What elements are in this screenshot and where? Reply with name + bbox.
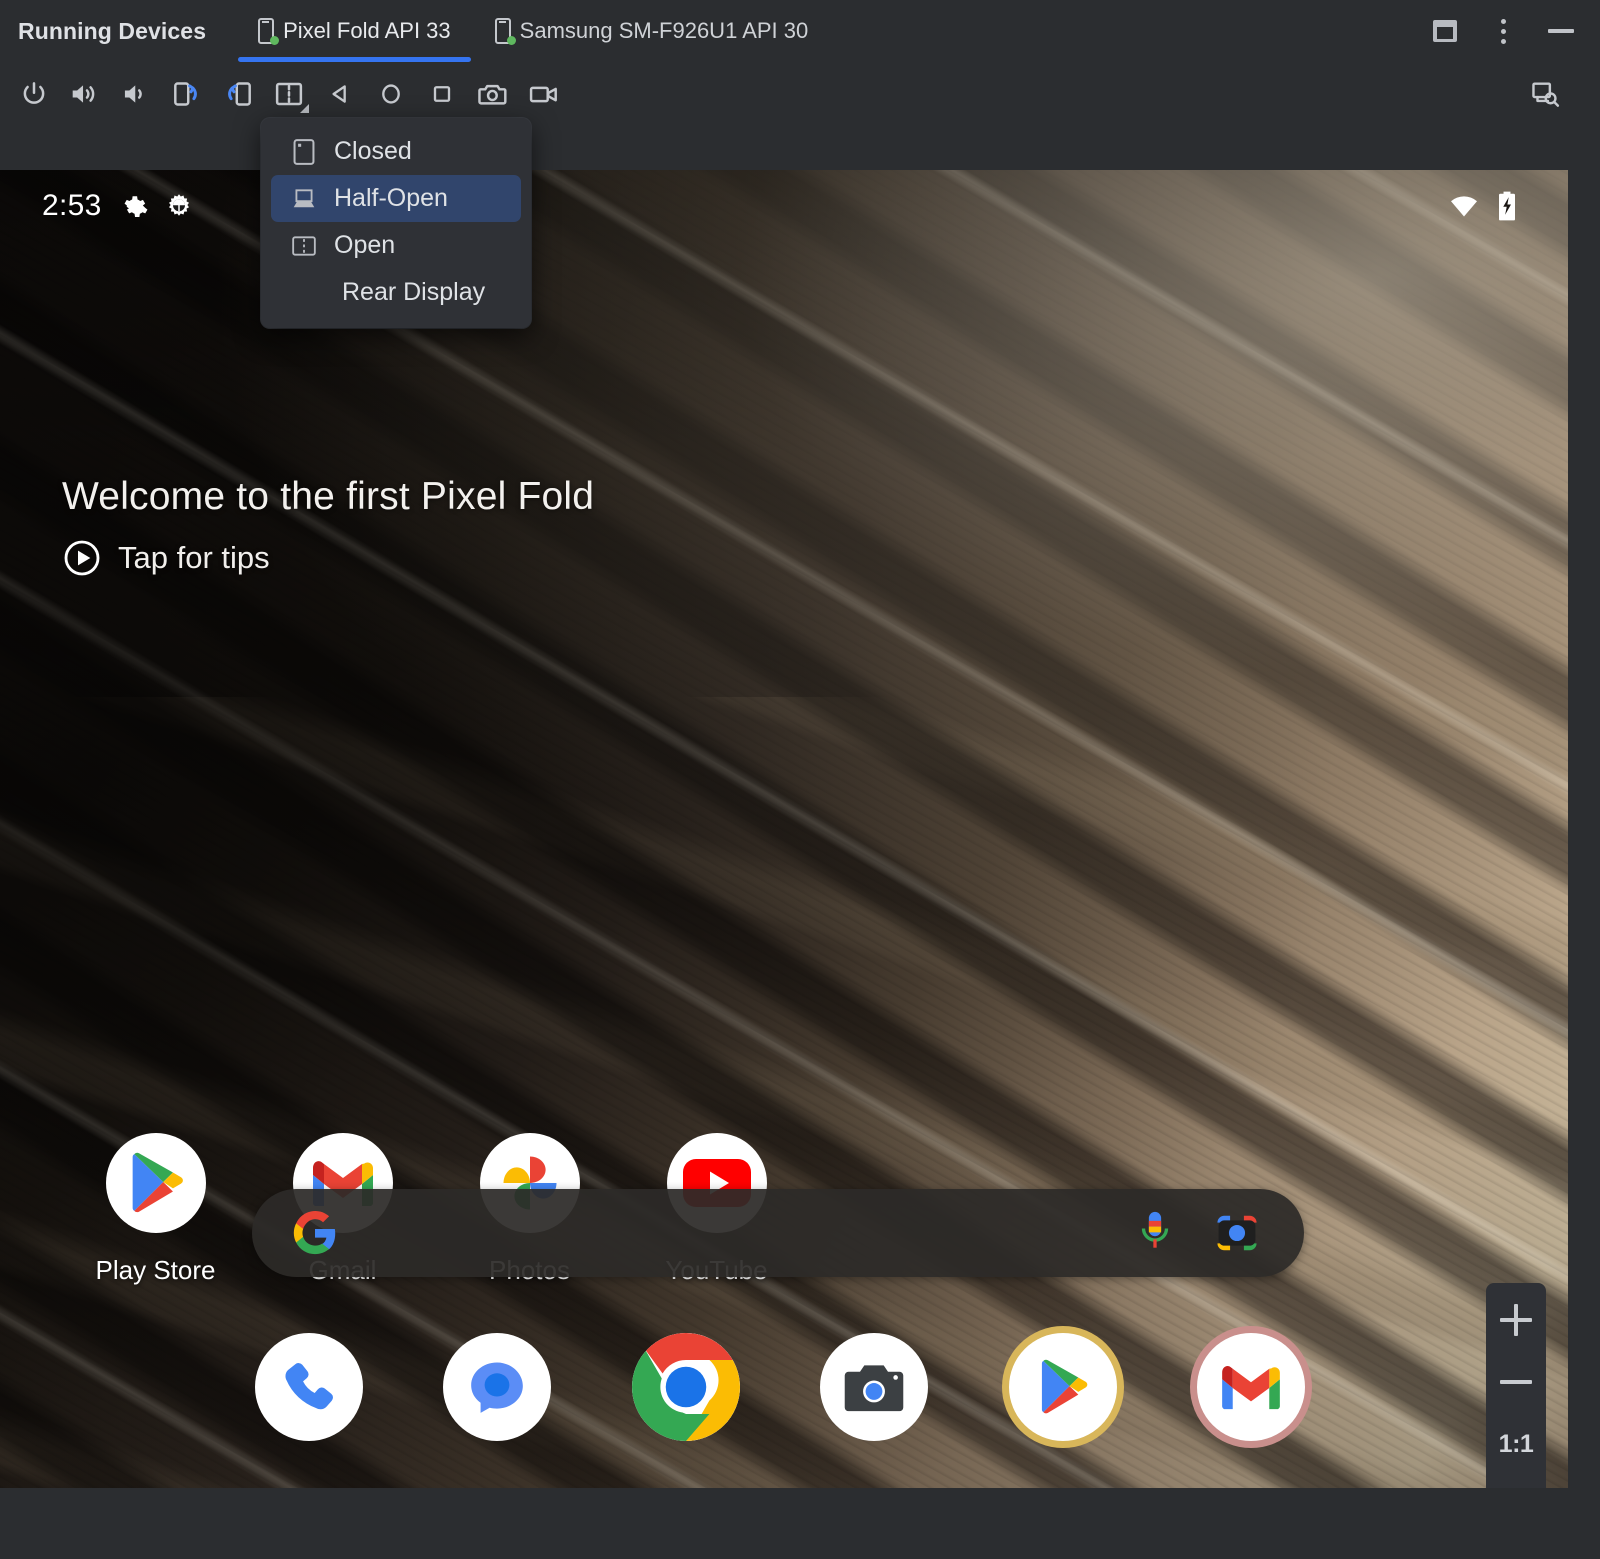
battery-charging-icon xyxy=(1496,190,1518,222)
fold-state-icon xyxy=(274,80,304,108)
rotate-right-icon xyxy=(222,79,254,109)
back-button[interactable] xyxy=(314,71,365,117)
more-options-button[interactable] xyxy=(1488,16,1518,46)
kebab-menu-icon xyxy=(1501,19,1506,44)
menu-item-label: Closed xyxy=(334,137,412,166)
power-icon xyxy=(19,79,49,109)
menu-item-rear-display[interactable]: Rear Display xyxy=(271,269,521,316)
tab-label: Samsung SM-F926U1 API 30 xyxy=(520,18,809,44)
actual-size-label: 1:1 xyxy=(1499,1430,1534,1459)
tap-for-tips[interactable]: Tap for tips xyxy=(62,538,270,578)
tab-bar: Running Devices Pixel Fold API 33 Samsun… xyxy=(0,0,1600,62)
split-panel-icon xyxy=(1433,20,1457,42)
phone-icon[interactable] xyxy=(255,1333,363,1441)
tool-window-title: Running Devices xyxy=(18,18,206,45)
play-store-icon[interactable] xyxy=(1009,1333,1117,1441)
device-screen[interactable]: 2:53 xyxy=(0,170,1568,1488)
video-camera-icon xyxy=(528,80,560,108)
panel-right-filler xyxy=(1568,170,1600,1488)
device-status-bar: 2:53 xyxy=(0,170,1568,242)
minimize-button[interactable] xyxy=(1546,16,1576,46)
device-phone-icon xyxy=(258,18,274,44)
camera-icon xyxy=(477,80,509,108)
wifi-icon xyxy=(1448,191,1480,221)
google-search-bar[interactable] xyxy=(252,1189,1304,1277)
layout-inspector-button[interactable] xyxy=(1519,71,1570,117)
play-circle-icon xyxy=(62,538,102,578)
fold-state-menu: Closed Half-Open Open Rear Display xyxy=(261,118,531,328)
rotate-left-icon xyxy=(171,79,203,109)
menu-item-label: Half-Open xyxy=(334,184,448,213)
device-phone-icon xyxy=(495,18,511,44)
power-button[interactable] xyxy=(8,71,59,117)
status-bar-right xyxy=(1448,190,1518,222)
fold-state-button[interactable] xyxy=(263,71,314,117)
fit-to-screen-button[interactable] xyxy=(1486,1475,1546,1488)
device-half-open-icon xyxy=(291,186,317,212)
back-triangle-icon xyxy=(326,80,354,108)
status-bar-clock: 2:53 xyxy=(42,189,102,223)
tap-for-tips-label: Tap for tips xyxy=(118,540,270,576)
chevron-down-icon xyxy=(300,104,309,113)
menu-item-label: Open xyxy=(334,231,395,260)
developer-gear-icon xyxy=(164,191,194,221)
minimize-icon xyxy=(1548,29,1574,33)
split-panel-button[interactable] xyxy=(1430,16,1460,46)
emulator-toolbar xyxy=(0,62,1600,126)
device-tabs: Pixel Fold API 33 Samsung SM-F926U1 API … xyxy=(236,0,830,62)
gmail-icon[interactable] xyxy=(1197,1333,1305,1441)
microphone-icon[interactable] xyxy=(1138,1210,1172,1256)
menu-item-label: Rear Display xyxy=(342,278,485,307)
overview-button[interactable] xyxy=(416,71,467,117)
home-circle-icon xyxy=(377,80,405,108)
menu-item-open[interactable]: Open xyxy=(271,222,521,269)
minus-icon xyxy=(1500,1380,1532,1384)
panel-bottom-filler xyxy=(0,1488,1600,1559)
rotate-right-button[interactable] xyxy=(212,71,263,117)
google-lens-icon[interactable] xyxy=(1214,1210,1260,1256)
zoom-in-button[interactable] xyxy=(1486,1289,1546,1351)
settings-gear-icon xyxy=(118,191,148,221)
menu-item-half-open[interactable]: Half-Open xyxy=(271,175,521,222)
home-dock xyxy=(255,1333,1305,1441)
record-button[interactable] xyxy=(518,71,569,117)
menu-item-closed[interactable]: Closed xyxy=(271,128,521,175)
google-g-icon xyxy=(292,1210,338,1256)
volume-down-icon xyxy=(120,79,152,109)
wallpaper xyxy=(0,170,1568,1488)
screenshot-button[interactable] xyxy=(467,71,518,117)
device-closed-icon xyxy=(291,139,317,165)
play-store-icon xyxy=(106,1133,206,1233)
messages-icon[interactable] xyxy=(443,1333,551,1441)
volume-up-button[interactable] xyxy=(59,71,110,117)
app-label: Play Store xyxy=(96,1255,216,1286)
tab-pixel-fold-api-33[interactable]: Pixel Fold API 33 xyxy=(236,0,473,62)
tab-label: Pixel Fold API 33 xyxy=(283,18,451,44)
zoom-out-button[interactable] xyxy=(1486,1351,1546,1413)
welcome-text: Welcome to the first Pixel Fold xyxy=(62,475,594,519)
volume-up-icon xyxy=(69,79,101,109)
rotate-left-button[interactable] xyxy=(161,71,212,117)
status-bar-left: 2:53 xyxy=(42,189,194,223)
tab-samsung-sm-f926u1-api-30[interactable]: Samsung SM-F926U1 API 30 xyxy=(473,0,831,62)
window-controls xyxy=(1430,16,1600,46)
actual-size-button[interactable]: 1:1 xyxy=(1486,1413,1546,1475)
overview-square-icon xyxy=(428,80,456,108)
layout-inspector-icon xyxy=(1528,79,1562,109)
emulator-toolbar-right xyxy=(1511,71,1600,117)
chrome-icon[interactable] xyxy=(632,1333,740,1441)
home-button[interactable] xyxy=(365,71,416,117)
plus-icon xyxy=(1500,1304,1532,1336)
app-play-store[interactable]: Play Store xyxy=(62,1133,249,1286)
device-open-icon xyxy=(291,233,317,259)
camera-icon[interactable] xyxy=(820,1333,928,1441)
volume-down-button[interactable] xyxy=(110,71,161,117)
search-bar-actions xyxy=(1138,1210,1260,1256)
running-devices-tool-window: Running Devices Pixel Fold API 33 Samsun… xyxy=(0,0,1600,1559)
zoom-controls: 1:1 xyxy=(1486,1283,1546,1488)
